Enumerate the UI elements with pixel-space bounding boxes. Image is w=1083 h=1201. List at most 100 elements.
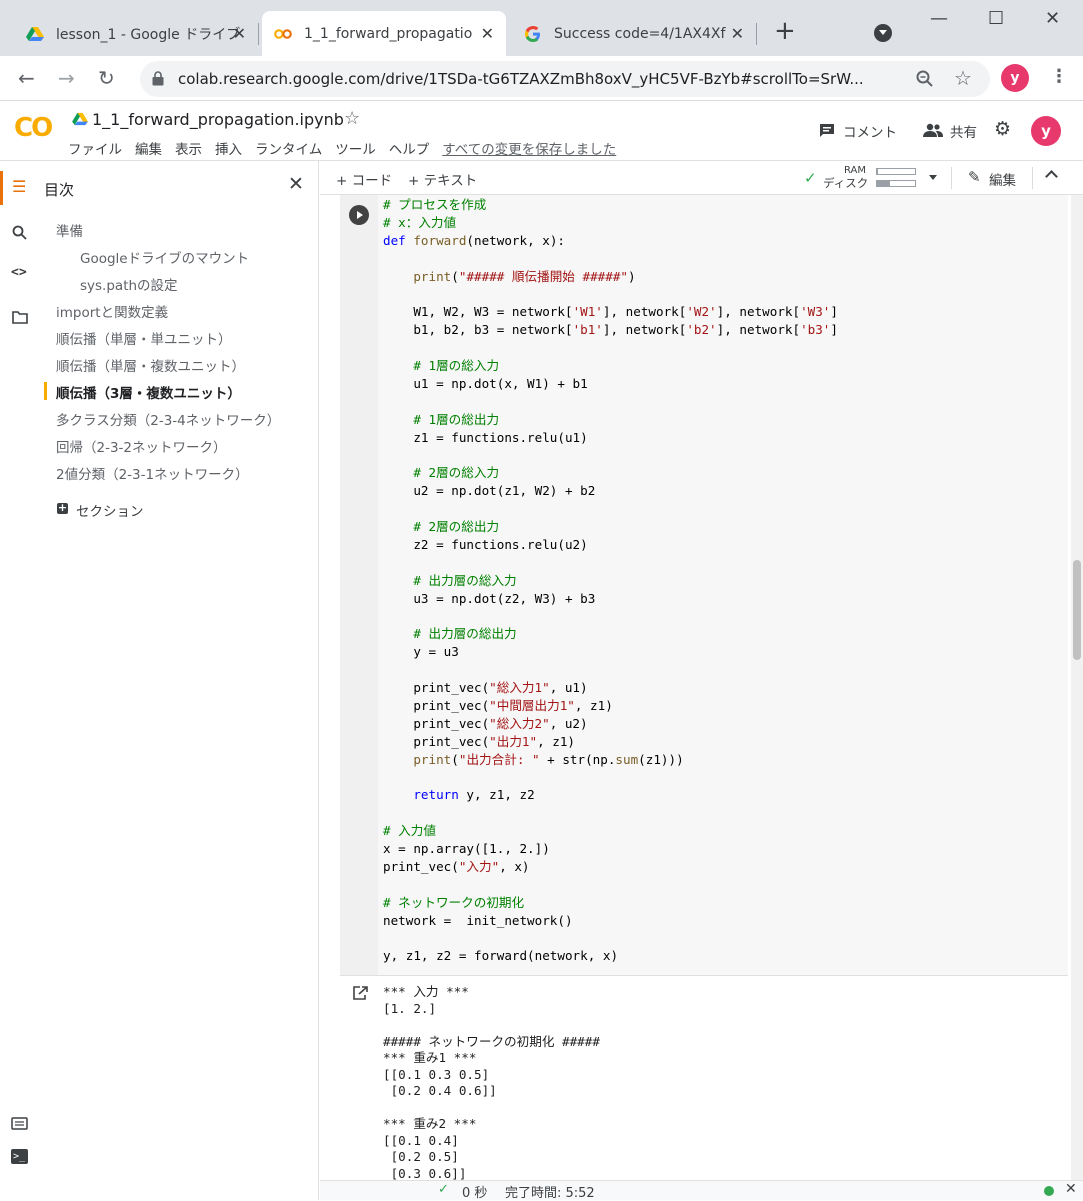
forward-button[interactable]: → [58, 66, 75, 90]
code-line: z1 = functions.relu(u1) [383, 429, 588, 445]
execution-duration: 0 秒 [462, 1186, 488, 1201]
disk-usage-bar[interactable] [876, 180, 916, 187]
toc-item-binary[interactable]: 2値分類（2-3-1ネットワーク） [56, 463, 249, 483]
sidebar: ☰ <> >_ 目次 ✕ 準備 Googleドライブのマウント sys.path… [0, 161, 319, 1200]
toc-item-drive-mount[interactable]: Googleドライブのマウント [80, 247, 249, 267]
notebook-title[interactable]: 1_1_forward_propagation.ipynb [92, 110, 344, 129]
toc-item-preparation[interactable]: 準備 [56, 220, 83, 240]
run-cell-button[interactable] [349, 205, 369, 225]
close-status-icon[interactable]: ✕ [1065, 1181, 1077, 1197]
chevron-up-icon[interactable] [1045, 170, 1058, 183]
menu-view[interactable]: 表示 [175, 138, 202, 158]
code-line: x = np.array([1., 2.]) [383, 841, 550, 857]
resources-dropdown-icon[interactable] [929, 175, 937, 180]
tab-search-button[interactable] [874, 24, 892, 42]
tab-google-drive[interactable]: lesson_1 - Google ドライブ ✕ [14, 11, 259, 56]
toc-item-single-layer-single-unit[interactable]: 順伝播（単層・単ユニット） [56, 328, 232, 348]
new-tab-button[interactable]: + [774, 16, 796, 46]
sidebar-title: 目次 [44, 181, 75, 199]
menu-file[interactable]: ファイル [68, 138, 122, 158]
notebook-scrollbar[interactable] [1071, 195, 1083, 1180]
command-palette-icon[interactable] [11, 1117, 28, 1130]
colab-logo[interactable]: CO [14, 113, 53, 143]
code-line: def forward(network, x): [383, 232, 565, 248]
code-line: return y, z1, z2 [413, 787, 535, 803]
minimize-button[interactable]: — [930, 8, 948, 29]
code-line: # 2層の総入力 [383, 465, 500, 481]
menu-runtime[interactable]: ランタイム [255, 138, 322, 158]
comment-button[interactable]: コメント [843, 121, 897, 141]
code-line: u3 = np.dot(z2, W3) + b3 [383, 590, 596, 606]
menu-edit[interactable]: 編集 [135, 138, 162, 158]
sidebar-rail: ☰ <> >_ [0, 161, 40, 1200]
browser-tab-bar: lesson_1 - Google ドライブ ✕ 1_1_forward_pro… [0, 0, 1083, 56]
toc-item-multiclass[interactable]: 多クラス分類（2-3-4ネットワーク） [56, 409, 280, 429]
output-line: [1. 2.] [383, 1000, 437, 1016]
status-check-icon: ✓ [438, 1182, 449, 1197]
edit-button[interactable]: 編集 [989, 169, 1016, 189]
add-section-button[interactable]: セクション [76, 500, 144, 520]
code-line: # 入力値 [383, 823, 436, 839]
menu-insert[interactable]: 挿入 [215, 138, 242, 158]
close-tab-icon[interactable]: ✕ [233, 24, 246, 43]
address-bar[interactable]: colab.research.google.com/drive/1TSDa-tG… [140, 61, 990, 97]
zoom-icon[interactable] [916, 70, 934, 88]
code-line: print("出力合計: " + str(np.sum(z1))) [413, 751, 684, 767]
pencil-icon: ✎ [968, 168, 981, 186]
toc-item-single-layer-multi-unit[interactable]: 順伝播（単層・複数ユニット） [56, 355, 245, 375]
menu-tools[interactable]: ツール [335, 138, 376, 158]
output-icon[interactable] [353, 986, 369, 1000]
tab-success-code[interactable]: Success code=4/1AX4Xf ✕ [512, 11, 757, 56]
share-button[interactable]: 共有 [950, 121, 977, 141]
add-text-button[interactable]: + テキスト [408, 169, 477, 189]
toc-item-three-layer[interactable]: 順伝播（3層・複数ユニット） [56, 382, 241, 402]
toc-item-syspath[interactable]: sys.pathの設定 [80, 274, 178, 294]
code-editor[interactable]: # プロセスを作成 # x：入力値 def forward(network, x):… [383, 196, 838, 965]
toc-item-regression[interactable]: 回帰（2-3-2ネットワーク） [56, 436, 227, 456]
toc-item-imports[interactable]: importと関数定義 [56, 301, 168, 321]
google-g-icon [525, 25, 540, 42]
ram-usage-bar[interactable] [876, 168, 916, 175]
colab-profile-avatar[interactable]: y [1031, 116, 1061, 146]
close-tab-icon[interactable]: ✕ [481, 24, 494, 43]
tab-colab-notebook[interactable]: 1_1_forward_propagation ✕ [262, 11, 506, 56]
bookmark-star-icon[interactable]: ☆ [954, 66, 972, 90]
terminal-icon[interactable]: >_ [11, 1149, 28, 1164]
menu-help[interactable]: ヘルプ [389, 138, 430, 158]
add-section-icon[interactable]: + [57, 502, 68, 514]
save-status[interactable]: すべての変更を保存しました [442, 138, 616, 158]
maximize-button[interactable]: ☐ [988, 8, 1004, 29]
folder-icon[interactable] [12, 311, 28, 324]
output-line: ##### ネットワークの初期化 ##### [383, 1033, 600, 1049]
code-line: u2 = np.dot(z1, W2) + b2 [383, 483, 596, 499]
back-button[interactable]: ← [18, 66, 35, 90]
code-line: # 出力層の総入力 [383, 572, 517, 588]
close-window-button[interactable]: ✕ [1045, 8, 1060, 29]
output-line: [[0.1 0.3 0.5] [383, 1066, 490, 1082]
add-code-button[interactable]: + コード [336, 169, 392, 189]
toc-icon[interactable]: ☰ [12, 177, 26, 196]
reload-button[interactable]: ↻ [98, 66, 115, 90]
code-snippets-icon[interactable]: <> [11, 265, 27, 280]
browser-menu-icon[interactable]: ⋮ [1050, 66, 1068, 87]
code-line: print_vec("中間層出力1", z1) [383, 697, 613, 713]
url-text: colab.research.google.com/drive/1TSDa-tG… [178, 70, 864, 88]
browser-profile-avatar[interactable]: y [1001, 64, 1029, 92]
search-icon[interactable] [12, 225, 27, 240]
menu-bar: ファイル 編集 表示 挿入 ランタイム ツール ヘルプ すべての変更を保存しまし… [68, 138, 629, 158]
scrollbar-thumb[interactable] [1073, 560, 1081, 660]
star-icon[interactable]: ☆ [344, 108, 360, 129]
connected-check-icon: ✓ [804, 169, 817, 187]
close-sidebar-icon[interactable]: ✕ [288, 173, 304, 195]
google-drive-icon[interactable] [72, 112, 88, 126]
settings-gear-icon[interactable]: ⚙ [994, 118, 1011, 140]
close-tab-icon[interactable]: ✕ [731, 24, 744, 43]
